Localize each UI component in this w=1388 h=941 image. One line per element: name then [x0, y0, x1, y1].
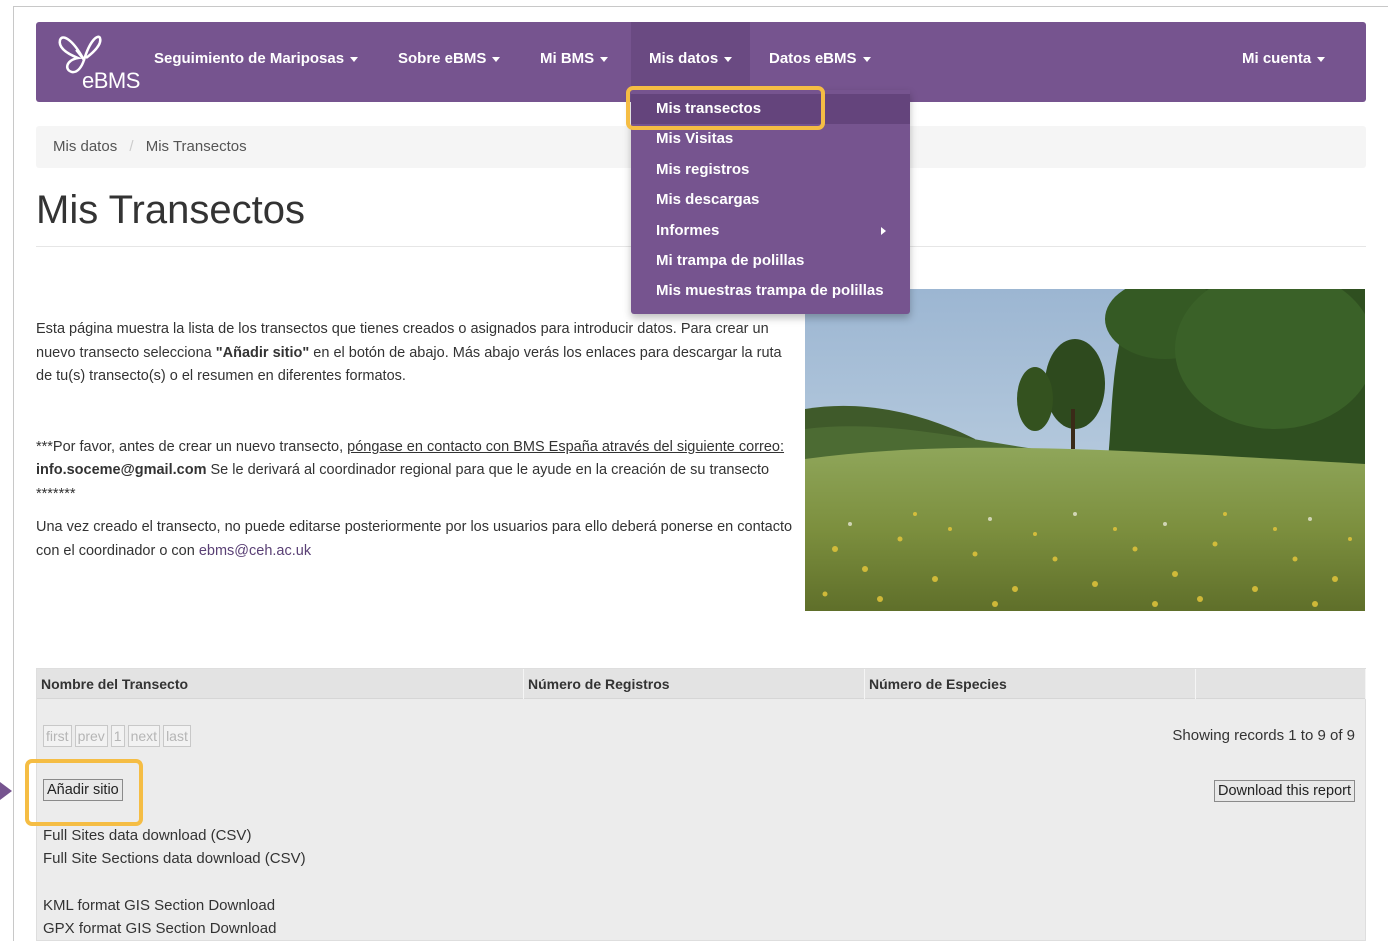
column-header-especies[interactable]: Número de Especies [865, 669, 1196, 699]
meadow-photo [805, 289, 1365, 611]
menu-item-mis-muestras[interactable]: Mis muestras trampa de polillas [631, 276, 910, 306]
menu-item-label: Mis registros [656, 160, 750, 178]
intro-text-span: Una vez creado el transecto, no puede ed… [36, 519, 793, 559]
caret-down-icon [350, 56, 359, 62]
pager-last[interactable]: last [163, 725, 191, 747]
intro-bold: "Añadir sitio" [215, 344, 310, 361]
caret-down-icon [600, 56, 609, 62]
caret-down-icon [492, 56, 501, 62]
menu-item-label: Informes [656, 221, 720, 239]
ebms-email-link[interactable]: ebms@ceh.ac.uk [199, 543, 311, 559]
breadcrumb-current: Mis Transectos [145, 138, 247, 155]
nav-label: Datos eBMS [769, 50, 857, 67]
full-sections-csv-link[interactable]: Full Site Sections data download (CSV) [43, 850, 306, 867]
table-header: Nombre del Transecto Número de Registros… [37, 669, 1366, 699]
logo-text: eBMS [82, 68, 140, 93]
intro-paragraph-1: Esta página muestra la lista de los tran… [36, 318, 796, 389]
intro-paragraph-3: Una vez creado el transecto, no puede ed… [36, 516, 796, 563]
pager-prev[interactable]: prev [74, 725, 108, 747]
nav-label: Mi BMS [540, 50, 595, 67]
transects-table: Nombre del Transecto Número de Registros… [36, 668, 1366, 941]
menu-item-informes[interactable]: Informes [631, 216, 910, 246]
pager-page-1[interactable]: 1 [110, 725, 125, 747]
menu-item-mis-visitas[interactable]: Mis Visitas [631, 124, 910, 154]
contact-email: info.soceme@gmail.com [36, 462, 207, 478]
menu-item-label: Mis descargas [656, 191, 760, 209]
caret-down-icon [724, 56, 733, 62]
column-header-actions [1196, 669, 1366, 699]
column-header-registros[interactable]: Número de Registros [524, 669, 865, 699]
kml-download-link[interactable]: KML format GIS Section Download [43, 897, 275, 914]
pager-first[interactable]: first [43, 725, 72, 747]
download-report-button[interactable]: Download this report [1214, 780, 1355, 802]
menu-item-mis-registros[interactable]: Mis registros [631, 155, 910, 185]
pager: first prev 1 next last [43, 725, 194, 747]
pager-next[interactable]: next [127, 725, 161, 747]
gpx-download-link[interactable]: GPX format GIS Section Download [43, 920, 276, 937]
breadcrumb-separator: / [129, 138, 134, 155]
nav-label: Sobre eBMS [398, 50, 487, 67]
intro-paragraph-2: ***Por favor, antes de crear un nuevo tr… [36, 436, 796, 507]
nav-mi-bms[interactable]: Mi BMS [522, 22, 626, 102]
add-site-button[interactable]: Añadir sitio [43, 779, 123, 801]
caret-down-icon [1317, 56, 1326, 62]
nav-sobre-ebms[interactable]: Sobre eBMS [380, 22, 518, 102]
menu-item-mis-descargas[interactable]: Mis descargas [631, 185, 910, 215]
menu-item-label: Mis Visitas [656, 130, 734, 148]
intro-text-span: ***Por favor, antes de crear un nuevo tr… [36, 438, 348, 455]
menu-item-mis-transectos[interactable]: Mis transectos [631, 94, 910, 125]
page-title: Mis Transectos [36, 188, 305, 232]
menu-item-label: Mis muestras trampa de polillas [656, 282, 884, 300]
caret-down-icon [862, 56, 871, 62]
nav-label: Mis datos [649, 50, 719, 67]
full-sites-csv-link[interactable]: Full Sites data download (CSV) [43, 827, 251, 844]
menu-item-label: Mis transectos [656, 100, 762, 117]
mis-datos-dropdown: Mis transectos Mis Visitas Mis registros… [631, 90, 910, 314]
column-header-nombre[interactable]: Nombre del Transecto [37, 669, 524, 699]
chevron-right-icon [881, 226, 886, 235]
pointer-arrow-icon [0, 782, 12, 800]
nav-label: Mi cuenta [1242, 50, 1312, 67]
breadcrumb-mis-datos[interactable]: Mis datos [53, 138, 117, 155]
nav-seguimiento[interactable]: Seguimiento de Mariposas [136, 22, 376, 102]
ebms-logo[interactable]: eBMS [54, 30, 144, 94]
menu-item-mi-trampa[interactable]: Mi trampa de polillas [631, 246, 910, 276]
menu-item-label: Mi trampa de polillas [656, 251, 805, 269]
intro-text: Esta página muestra la lista de los tran… [36, 318, 796, 563]
nav-label: Seguimiento de Mariposas [154, 50, 345, 67]
nav-mi-cuenta[interactable]: Mi cuenta [1224, 22, 1343, 102]
contact-note: póngase en contacto con BMS España atrav… [347, 438, 785, 455]
records-info: Showing records 1 to 9 of 9 [1172, 727, 1355, 744]
